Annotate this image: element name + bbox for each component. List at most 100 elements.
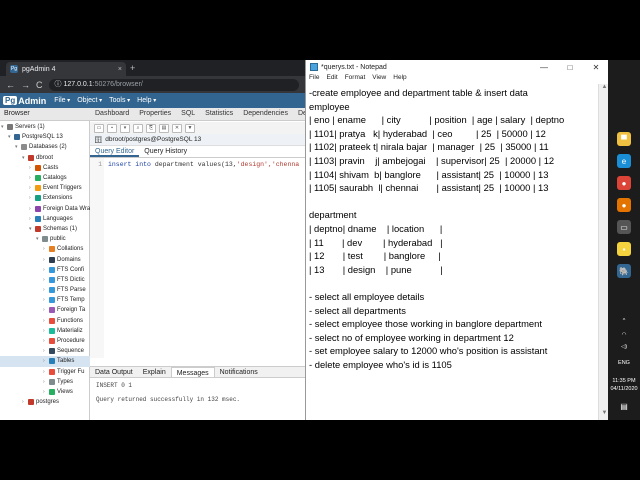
menu-file[interactable]: File [309,74,319,84]
tree-node-icon [35,225,41,232]
menu-edit[interactable]: Edit [326,74,337,84]
tree-node[interactable]: › FTS Dictic [0,275,90,285]
tab-dependents[interactable]: Depen [293,108,305,120]
edge-icon[interactable]: e [617,154,631,168]
url-input[interactable]: ⓘ 127.0.0.1:50276/browser/ [48,78,299,91]
menu-format[interactable]: Format [345,74,366,84]
tab-dashboard[interactable]: Dashboard [90,108,134,120]
tree-node[interactable]: › Foreign Data Wra [0,204,90,214]
tree-node[interactable]: › postgres [0,397,90,407]
delete-icon[interactable]: ✕ [172,123,182,133]
tree-node-icon [35,185,41,192]
tree-node[interactable]: › Event Triggers [0,183,90,193]
chrome-dev-icon[interactable]: ● [617,198,631,212]
tree-node[interactable]: › Sequence [0,346,90,356]
tree-node[interactable]: › Types [0,377,90,387]
tab-statistics[interactable]: Statistics [200,108,238,120]
filter-icon[interactable]: ▼ [185,123,195,133]
volume-icon[interactable]: ◁) [608,344,640,350]
query-tool-panel: Dashboard Properties SQL Statistics Depe… [90,108,305,420]
tree-node[interactable]: › Domains [0,254,90,264]
notification-icon[interactable]: ▤ [608,402,640,411]
tree-node[interactable]: › Languages [0,214,90,224]
close-tab-icon[interactable]: × [118,66,122,73]
menu-tools[interactable]: Tools [109,97,130,104]
tree-node[interactable]: ▾ public [0,234,90,244]
tree-node[interactable]: ▾ PostgreSQL 13 [0,132,90,142]
tab-notifications[interactable]: Notifications [215,367,263,377]
menu-help[interactable]: Help [137,97,156,104]
tree-node-label: Types [57,378,74,385]
tree-node[interactable]: ▾ Schemas (1) [0,224,90,234]
tray-expand-icon[interactable]: ^ [608,318,640,324]
tree-node[interactable]: › FTS Temp [0,295,90,305]
tree-node[interactable]: › Catalogs [0,173,90,183]
tree-node[interactable]: › FTS Parse [0,285,90,295]
tab-query-editor[interactable]: Query Editor [90,146,140,157]
tab-sql[interactable]: SQL [176,108,200,120]
tree-node-icon [42,236,48,243]
folder-icon[interactable]: ▀ [617,132,631,146]
text-line: - select all employee details [309,290,425,302]
menu-object[interactable]: Object [77,97,102,104]
tree-node[interactable]: ▾ dbroot [0,153,90,163]
close-button[interactable]: ✕ [583,63,609,72]
notepad-text-area[interactable]: -create employee and department table & … [306,84,598,420]
clock-time[interactable]: 11:35 PM [608,378,640,384]
tree-node[interactable]: › Collations [0,244,90,254]
save-icon[interactable]: ▪ [107,123,117,133]
sql-editor[interactable]: 1 insert into department values(13,'desi… [90,158,305,358]
tree-node[interactable]: › Functions [0,316,90,326]
menu-view[interactable]: View [372,74,386,84]
notepad-titlebar[interactable]: *querys.txt - Notepad — □ ✕ [306,60,609,74]
tree-node[interactable]: › Casts [0,163,90,173]
tab-data-output[interactable]: Data Output [90,367,138,377]
language-indicator[interactable]: ENG [608,360,640,366]
new-tab-button[interactable]: + [130,63,135,73]
tab-browser[interactable]: Browser [0,108,90,121]
clock-date[interactable]: 04/11/2020 [608,386,640,392]
windows-taskbar: ▀ e ● ● ▭ ▪ 🐘 ^ ◠ ◁) ENG 11:35 PM 04/11/2020 ▤ [608,60,640,420]
chrome-icon[interactable]: ● [617,176,631,190]
tree-node[interactable]: › Extensions [0,193,90,203]
find-icon[interactable]: ⌕ [133,123,143,133]
tab-properties[interactable]: Properties [134,108,176,120]
forward-arrow-icon[interactable]: → [21,80,30,90]
tree-node[interactable]: › Views [0,387,90,397]
maximize-button[interactable]: □ [557,63,583,72]
tree-node-label: Materializ [57,327,83,334]
notepad-icon [310,63,318,71]
minimize-button[interactable]: — [531,63,557,72]
tree-node[interactable]: › FTS Confi [0,265,90,275]
reload-icon[interactable]: C [36,80,43,90]
tree-node[interactable]: › Procedure [0,336,90,346]
copy-icon[interactable]: ⎘ [146,123,156,133]
menu-help[interactable]: Help [393,74,406,84]
paste-icon[interactable]: ▤ [159,123,169,133]
tree-node[interactable]: ▾ Servers (1) [0,122,90,132]
sticky-icon[interactable]: ▪ [617,242,631,256]
tree-node[interactable]: › Materializ [0,326,90,336]
tab-explain[interactable]: Explain [138,367,171,377]
tree-node-icon [35,215,41,222]
text-line: - select all departments [309,304,406,316]
tab-dependencies[interactable]: Dependencies [238,108,293,120]
tab-messages[interactable]: Messages [170,367,215,377]
tablet-icon[interactable]: ▭ [617,220,631,234]
tree-node-icon [35,164,41,171]
open-file-icon[interactable]: ▭ [94,123,104,133]
menu-file[interactable]: File [54,97,70,104]
back-arrow-icon[interactable]: ← [6,80,15,90]
tree-node[interactable]: › Foreign Ta [0,305,90,315]
pgadmin-icon[interactable]: 🐘 [617,264,631,278]
tab-query-history[interactable]: Query History [139,146,192,157]
network-icon[interactable]: ◠ [608,332,640,338]
connection-bar[interactable]: 🗄 dbroot/postgres@PostgreSQL 13 [90,134,305,146]
tree-node[interactable]: › Tables [0,356,90,367]
browser-tab-title: pgAdmin 4 [22,65,56,73]
browser-tab-pgadmin[interactable]: Pg pgAdmin 4 × [6,62,126,76]
save-dropdown-icon[interactable]: ▾ [120,123,130,133]
tree-node-icon [49,307,55,314]
tree-node[interactable]: ▾ Databases (2) [0,142,90,152]
tree-node[interactable]: › Trigger Fu [0,367,90,377]
